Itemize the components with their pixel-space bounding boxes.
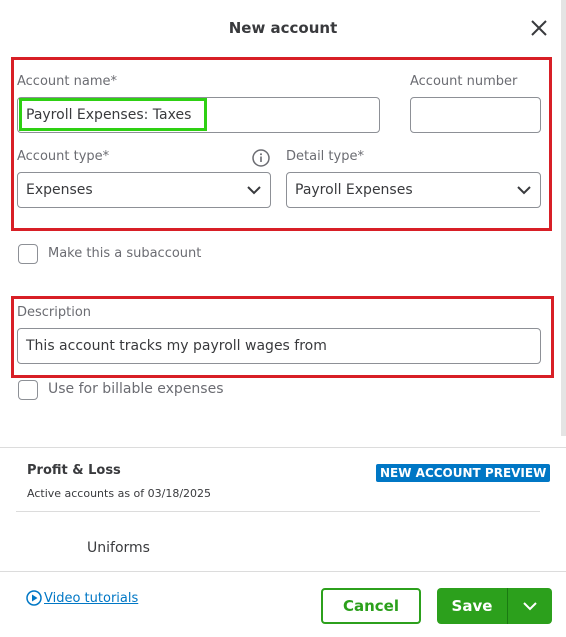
- play-circle-icon: [26, 590, 42, 606]
- chevron-down-icon: [517, 186, 531, 195]
- chevron-down-icon: [523, 602, 537, 611]
- save-button-label: Save: [451, 597, 493, 615]
- chevron-down-icon: [247, 186, 261, 195]
- account-type-value: Expenses: [26, 182, 93, 198]
- video-tutorials-label: Video tutorials: [44, 590, 139, 606]
- subaccount-label: Make this a subaccount: [48, 246, 202, 261]
- billable-checkbox[interactable]: [18, 380, 38, 400]
- save-button[interactable]: Save: [437, 588, 507, 624]
- video-tutorials-link[interactable]: Video tutorials: [26, 590, 138, 606]
- cancel-button-label: Cancel: [342, 597, 399, 615]
- save-split-button: Save: [437, 588, 552, 624]
- preview-badge: NEW ACCOUNT PREVIEW: [376, 464, 551, 482]
- description-label: Description: [17, 305, 92, 320]
- detail-type-value: Payroll Expenses: [295, 182, 413, 198]
- close-icon[interactable]: [527, 16, 551, 40]
- account-type-label: Account type*: [17, 149, 110, 164]
- description-input[interactable]: This account tracks my payroll wages fro…: [17, 328, 541, 364]
- preview-divider: [16, 511, 540, 512]
- preview-list-item: Uniforms: [87, 540, 150, 556]
- account-type-select[interactable]: Expenses: [17, 172, 271, 208]
- billable-label: Use for billable expenses: [48, 381, 224, 397]
- detail-type-select[interactable]: Payroll Expenses: [286, 172, 541, 208]
- footer-divider: [0, 571, 566, 572]
- account-number-label: Account number: [410, 74, 518, 89]
- preview-subtitle: Active accounts as of 03/18/2025: [27, 487, 212, 500]
- account-number-input[interactable]: [410, 97, 541, 133]
- preview-title: Profit & Loss: [27, 463, 121, 478]
- save-options-button[interactable]: [508, 588, 552, 624]
- cancel-button[interactable]: Cancel: [321, 588, 421, 624]
- detail-type-label: Detail type*: [286, 149, 364, 164]
- description-value: This account tracks my payroll wages fro…: [26, 338, 327, 354]
- section-divider: [0, 447, 566, 448]
- dialog-title: New account: [228, 19, 338, 37]
- annotation-box-account-name-value: [19, 98, 207, 131]
- subaccount-checkbox[interactable]: [18, 244, 38, 264]
- info-icon[interactable]: [251, 148, 271, 168]
- account-name-label: Account name*: [17, 74, 117, 89]
- scrollbar[interactable]: [561, 0, 566, 436]
